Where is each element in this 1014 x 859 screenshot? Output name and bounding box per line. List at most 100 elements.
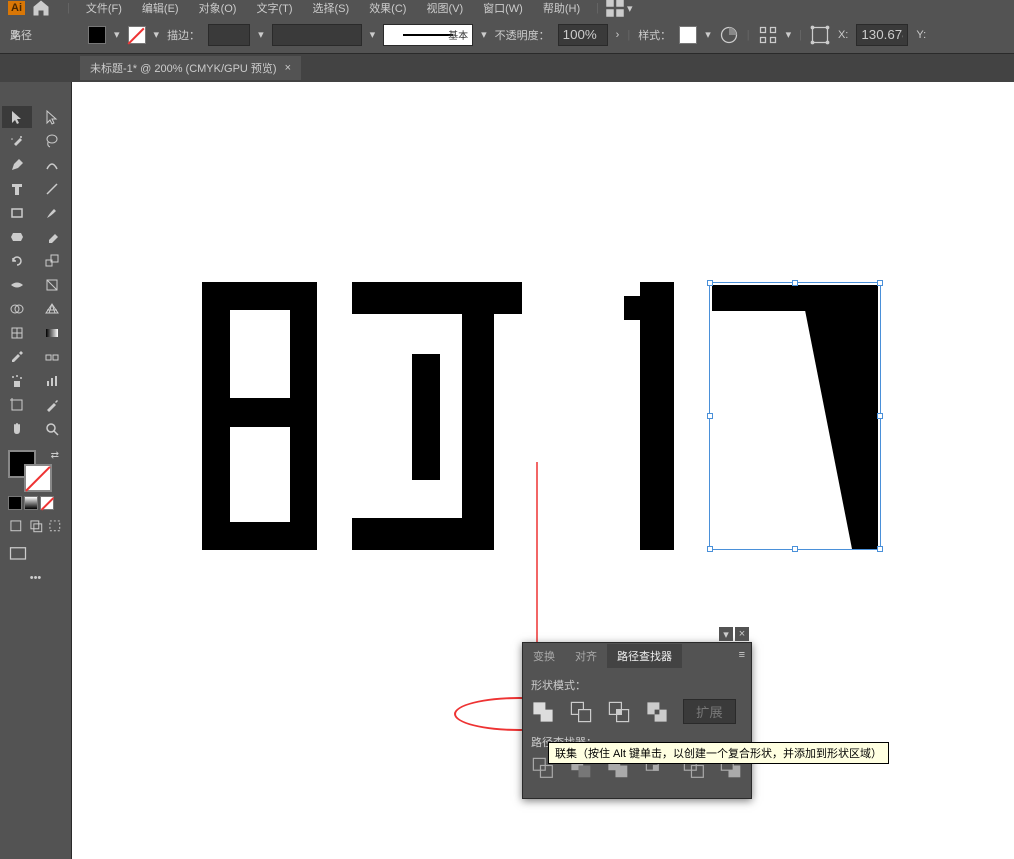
chevron-right-icon[interactable]: ›	[616, 29, 620, 41]
rectangle-tool[interactable]	[2, 202, 32, 224]
menu-effect[interactable]: 效果(C)	[359, 0, 416, 18]
resize-handle-nw[interactable]	[707, 280, 713, 286]
panel-tab-pathfinder[interactable]: 路径查找器	[607, 644, 682, 668]
slice-tool[interactable]	[37, 394, 67, 416]
resize-handle-se[interactable]	[877, 546, 883, 552]
fill-color-swatch[interactable]	[88, 26, 106, 44]
line-tool[interactable]	[37, 178, 67, 200]
gradient-tool[interactable]	[37, 322, 67, 344]
paintbrush-tool[interactable]	[37, 202, 67, 224]
direct-selection-tool[interactable]	[37, 106, 67, 128]
graphic-style-swatch[interactable]	[679, 26, 697, 44]
magic-wand-tool[interactable]	[2, 130, 32, 152]
selection-bounding-box[interactable]	[709, 282, 881, 550]
menu-select[interactable]: 选择(S)	[303, 0, 360, 18]
panel-tab-transform[interactable]: 变换	[523, 644, 565, 668]
home-icon[interactable]	[31, 0, 51, 18]
transform-icon[interactable]	[810, 25, 830, 45]
artboard-tool[interactable]	[2, 394, 32, 416]
type-tool[interactable]	[2, 178, 32, 200]
menu-bar: Ai | 文件(F) 编辑(E) 对象(O) 文字(T) 选择(S) 效果(C)…	[0, 0, 1014, 16]
menu-window[interactable]: 窗口(W)	[473, 0, 533, 18]
zoom-tool[interactable]	[37, 418, 67, 440]
resize-handle-sw[interactable]	[707, 546, 713, 552]
opacity-input[interactable]	[558, 24, 608, 46]
color-mode-none[interactable]	[40, 496, 54, 510]
swap-colors-icon[interactable]: ⇄	[51, 450, 59, 461]
tools-panel: ⇄ •••	[0, 82, 72, 859]
selection-tool[interactable]	[2, 106, 32, 128]
lasso-tool[interactable]	[37, 130, 67, 152]
mesh-tool[interactable]	[2, 322, 32, 344]
resize-handle-s[interactable]	[792, 546, 798, 552]
chevron-down-icon[interactable]: ▾	[154, 28, 160, 41]
stroke-width-input[interactable]	[208, 24, 250, 46]
menu-text[interactable]: 文字(T)	[246, 0, 302, 18]
recolor-icon[interactable]	[719, 25, 739, 45]
resize-handle-e[interactable]	[877, 413, 883, 419]
menu-view[interactable]: 视图(V)	[416, 0, 473, 18]
stroke-color[interactable]	[24, 464, 52, 492]
screen-mode-icon[interactable]	[8, 544, 28, 564]
pen-tool[interactable]	[2, 154, 32, 176]
stroke-label: 描边：	[167, 27, 200, 43]
app-logo: Ai	[8, 1, 25, 15]
resize-handle-n[interactable]	[792, 280, 798, 286]
more-tools-icon[interactable]: •••	[2, 568, 69, 588]
chevron-down-icon[interactable]: ▾	[258, 28, 264, 41]
eraser-tool[interactable]	[37, 226, 67, 248]
menu-file[interactable]: 文件(F)	[76, 0, 132, 18]
eyedropper-tool[interactable]	[2, 346, 32, 368]
menu-object[interactable]: 对象(O)	[189, 0, 247, 18]
opacity-label: 不透明度：	[495, 27, 550, 43]
shape-builder-tool[interactable]	[2, 298, 32, 320]
panel-collapse-icon[interactable]: ▾	[719, 627, 733, 641]
pathfinder-intersect-button[interactable]	[607, 700, 631, 724]
chevron-down-icon[interactable]: ▾	[370, 28, 376, 41]
stroke-color-swatch[interactable]	[128, 26, 146, 44]
variable-width-profile[interactable]	[272, 24, 362, 46]
expand-button[interactable]: 扩展	[683, 699, 736, 724]
close-icon[interactable]: ×	[735, 627, 749, 641]
panel-tab-align[interactable]: 对齐	[565, 644, 607, 668]
x-input[interactable]	[856, 24, 908, 46]
align-icon[interactable]	[758, 25, 778, 45]
brush-definition[interactable]: 基本	[383, 24, 473, 46]
rotate-tool[interactable]	[2, 250, 32, 272]
workspace-switcher-icon[interactable]	[605, 0, 625, 18]
shaper-tool[interactable]	[2, 226, 32, 248]
draw-behind-icon[interactable]	[28, 516, 44, 536]
pathfinder-unite-button[interactable]	[531, 700, 555, 724]
perspective-grid-tool[interactable]	[37, 298, 67, 320]
curvature-tool[interactable]	[37, 154, 67, 176]
menu-edit[interactable]: 编辑(E)	[132, 0, 189, 18]
close-icon[interactable]: ×	[285, 62, 291, 74]
free-transform-tool[interactable]	[37, 274, 67, 296]
draw-inside-icon[interactable]	[47, 516, 63, 536]
tools-panel-header[interactable]	[2, 86, 69, 102]
blend-tool[interactable]	[37, 346, 67, 368]
document-tab[interactable]: 未标题-1* @ 200% (CMYK/GPU 预览) ×	[80, 56, 301, 80]
draw-normal-icon[interactable]	[8, 516, 24, 536]
pathfinder-exclude-button[interactable]	[645, 700, 669, 724]
x-stepper[interactable]: ⇕	[10, 28, 20, 41]
resize-handle-w[interactable]	[707, 413, 713, 419]
canvas[interactable]: ▾ × 变换 对齐 路径查找器 ≡ 形状模式：	[72, 82, 1014, 859]
width-tool[interactable]	[2, 274, 32, 296]
hand-tool[interactable]	[2, 418, 32, 440]
panel-menu-icon[interactable]: ≡	[739, 649, 745, 661]
pathfinder-minus-front-button[interactable]	[569, 700, 593, 724]
chevron-down-icon[interactable]: ▾	[786, 28, 792, 41]
color-mode-gradient[interactable]	[24, 496, 38, 510]
chevron-down-icon[interactable]: ▾	[114, 28, 120, 41]
chevron-down-icon[interactable]: ▾	[481, 28, 487, 41]
style-label: 样式：	[638, 27, 671, 43]
chevron-down-icon[interactable]: ▾	[705, 28, 711, 41]
column-graph-tool[interactable]	[37, 370, 67, 392]
resize-handle-ne[interactable]	[877, 280, 883, 286]
color-mode-solid[interactable]	[8, 496, 22, 510]
chevron-down-icon[interactable]: ▾	[627, 2, 633, 15]
scale-tool[interactable]	[37, 250, 67, 272]
symbol-sprayer-tool[interactable]	[2, 370, 32, 392]
menu-help[interactable]: 帮助(H)	[533, 0, 590, 18]
